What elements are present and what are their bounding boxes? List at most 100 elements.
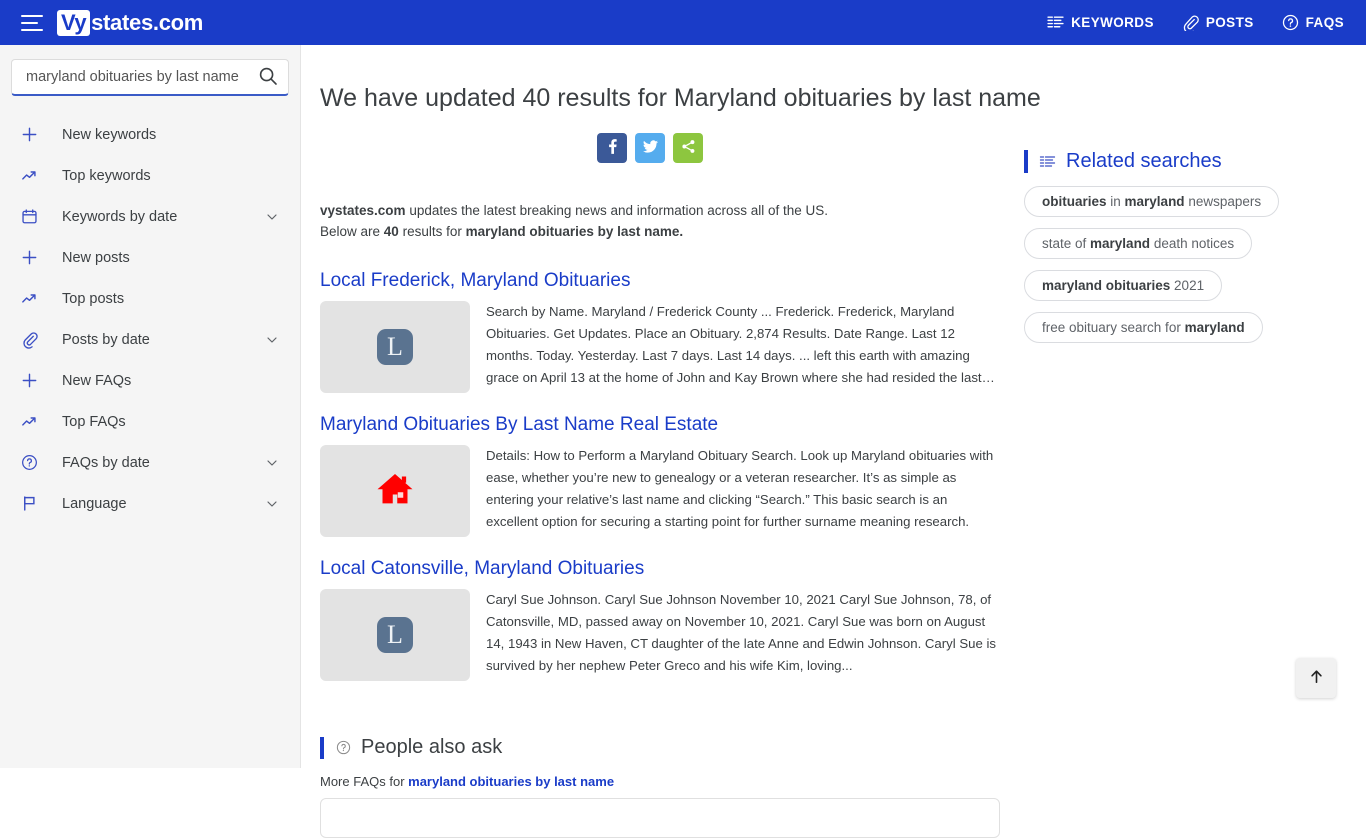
hamburger-icon[interactable] (21, 14, 43, 31)
more-faqs-link[interactable]: maryland obituaries by last name (408, 774, 614, 789)
sidebar-item-new-faqs[interactable]: New FAQs (0, 360, 300, 401)
result-snippet: Details: How to Perform a Maryland Obitu… (486, 448, 994, 529)
related-searches-title: Related searches (1066, 150, 1222, 172)
trending-up-icon (18, 288, 40, 310)
intro-line2-mid: results for (398, 224, 466, 239)
list-icon (1047, 14, 1064, 31)
related-searches-header: Related searches (1024, 150, 1324, 173)
intro-text: vystates.com updates the latest breaking… (320, 200, 828, 242)
result-item: Local Frederick, Maryland Obituaries L S… (320, 270, 1000, 393)
search-box[interactable] (11, 59, 289, 96)
result-title-link[interactable]: Maryland Obituaries By Last Name Real Es… (320, 414, 1000, 436)
sidebar-item-top-keywords[interactable]: Top keywords (0, 155, 300, 196)
list-icon (1039, 153, 1057, 171)
paperclip-icon (1182, 14, 1199, 31)
sidebar-item-label: Top keywords (62, 167, 151, 184)
site-logo[interactable]: Vy states.com (57, 9, 204, 36)
related-search-chip[interactable]: maryland obituaries 2021 (1024, 270, 1223, 301)
intro-line1-rest: updates the latest breaking news and inf… (405, 203, 829, 218)
sidebar-item-new-posts[interactable]: New posts (0, 237, 300, 278)
results-list: Local Frederick, Maryland Obituaries L S… (320, 270, 1000, 702)
section-accent-bar (320, 736, 324, 759)
facebook-icon (605, 139, 620, 157)
chevron-down-icon[interactable] (264, 455, 280, 471)
nav-keywords[interactable]: KEYWORDS (1047, 14, 1154, 31)
result-thumbnail[interactable]: L (320, 589, 470, 681)
plus-icon (18, 247, 40, 269)
chip-text: state of (1042, 236, 1091, 251)
chip-text: death notices (1150, 236, 1235, 251)
related-search-chip[interactable]: state of maryland death notices (1024, 228, 1253, 259)
sidebar-item-posts-by-date[interactable]: Posts by date (0, 319, 300, 360)
chip-highlight: maryland obituaries (1042, 278, 1171, 293)
left-sidebar: New keywords Top keywords Keywords by da… (0, 45, 301, 768)
sidebar-item-label: Top FAQs (62, 413, 126, 430)
legacy-l-icon: L (377, 617, 413, 653)
nav-keywords-label: KEYWORDS (1071, 15, 1154, 30)
chevron-down-icon[interactable] (264, 332, 280, 348)
house-icon (375, 469, 415, 514)
section-accent-bar (1024, 150, 1028, 173)
chevron-down-icon[interactable] (264, 209, 280, 225)
related-searches-panel: Related searches obituaries in maryland … (1024, 150, 1324, 343)
sidebar-item-label: New FAQs (62, 372, 132, 389)
chip-highlight: maryland (1090, 236, 1151, 251)
sidebar-item-label: FAQs by date (62, 454, 150, 471)
scroll-to-top-button[interactable] (1296, 658, 1336, 698)
result-title-link[interactable]: Local Catonsville, Maryland Obituaries (320, 558, 1000, 580)
chip-text: 2021 (1170, 278, 1205, 293)
logo-text: states.com (91, 9, 204, 35)
calendar-icon (18, 206, 40, 228)
result-title-link[interactable]: Local Frederick, Maryland Obituaries (320, 270, 1000, 292)
nav-posts[interactable]: POSTS (1182, 14, 1254, 31)
sidebar-item-label: Posts by date (62, 331, 150, 348)
sidebar-menu: New keywords Top keywords Keywords by da… (0, 114, 300, 524)
sidebar-item-label: Language (62, 495, 127, 512)
related-search-chip[interactable]: free obituary search for maryland (1024, 312, 1263, 343)
chip-text: in (1106, 194, 1125, 209)
intro-line-1: vystates.com updates the latest breaking… (320, 200, 828, 221)
chevron-down-icon[interactable] (264, 496, 280, 512)
logo-badge: Vy (57, 9, 91, 36)
related-search-chip[interactable]: obituaries in maryland newspapers (1024, 186, 1280, 217)
related-searches-chips: obituaries in maryland newspapers state … (1024, 186, 1324, 343)
top-bar: Vy states.com KEYWORDS POSTS FAQS (0, 0, 1366, 45)
sidebar-item-keywords-by-date[interactable]: Keywords by date (0, 196, 300, 237)
faq-accordion-item[interactable] (320, 798, 1000, 838)
flag-icon (18, 493, 40, 515)
chip-text: newspapers (1184, 194, 1262, 209)
share-twitter-button[interactable] (635, 133, 665, 163)
share-facebook-button[interactable] (597, 133, 627, 163)
share-buttons (597, 133, 703, 163)
chip-highlight: obituaries (1042, 194, 1107, 209)
sidebar-item-new-keywords[interactable]: New keywords (0, 114, 300, 155)
people-also-ask-title: People also ask (361, 736, 503, 758)
chip-text: free obituary search for (1042, 320, 1185, 335)
search-submit-button[interactable] (258, 66, 278, 89)
question-circle-icon (335, 739, 352, 756)
result-item: Local Catonsville, Maryland Obituaries L… (320, 558, 1000, 681)
result-thumbnail[interactable] (320, 445, 470, 537)
intro-line-2: Below are 40 results for maryland obitua… (320, 221, 828, 242)
result-item: Maryland Obituaries By Last Name Real Es… (320, 414, 1000, 537)
intro-site-name: vystates.com (320, 203, 406, 218)
sidebar-item-top-faqs[interactable]: Top FAQs (0, 401, 300, 442)
result-thumbnail[interactable]: L (320, 301, 470, 393)
nav-faqs[interactable]: FAQS (1282, 14, 1344, 31)
share-more-button[interactable] (673, 133, 703, 163)
trending-up-icon (18, 165, 40, 187)
sidebar-item-language[interactable]: Language (0, 483, 300, 524)
sidebar-item-top-posts[interactable]: Top posts (0, 278, 300, 319)
paperclip-icon (18, 329, 40, 351)
sidebar-item-faqs-by-date[interactable]: FAQs by date (0, 442, 300, 483)
trending-up-icon (18, 411, 40, 433)
nav-faqs-label: FAQS (1305, 15, 1344, 30)
chip-highlight: maryland (1124, 194, 1185, 209)
search-input[interactable] (24, 68, 258, 86)
people-also-ask-section: People also ask More FAQs for maryland o… (320, 736, 1000, 838)
arrow-up-icon (1307, 667, 1326, 689)
sidebar-item-label: New posts (62, 249, 130, 266)
intro-query: maryland obituaries by last name. (465, 224, 684, 239)
top-navigation: KEYWORDS POSTS FAQS (1047, 14, 1344, 31)
intro-line2-pre: Below are (320, 224, 384, 239)
